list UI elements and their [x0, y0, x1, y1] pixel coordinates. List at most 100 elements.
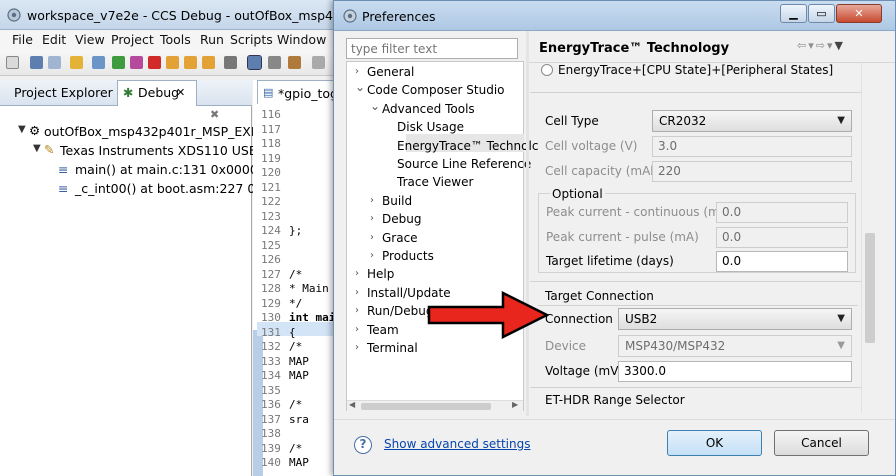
save-icon[interactable]	[30, 56, 43, 69]
cell-voltage-field[interactable]: 3.0	[652, 136, 852, 157]
nav-item[interactable]: Disk Usage	[397, 120, 464, 134]
remove-all-icon[interactable]: ✖	[210, 108, 219, 121]
debug-view-icon[interactable]	[92, 56, 105, 69]
folder-icon[interactable]	[70, 56, 83, 69]
nav-item[interactable]: Help	[367, 267, 394, 281]
chevron-right-icon[interactable]: ›	[355, 342, 359, 353]
code-line[interactable]: {	[289, 326, 296, 339]
device-select[interactable]: MSP430/MSP432 ▼	[618, 335, 852, 357]
nav-item[interactable]: Debug	[382, 212, 421, 226]
minimize-button[interactable]: ▁	[780, 4, 807, 23]
help-icon[interactable]: ?	[354, 436, 372, 454]
tab-debug[interactable]: Debug	[138, 85, 179, 100]
show-advanced-settings-link[interactable]: Show advanced settings	[384, 437, 531, 451]
scroll-right-icon[interactable]: ▶	[512, 400, 518, 409]
collapse-caret-icon[interactable]: ▼	[18, 124, 26, 135]
menu-tools[interactable]: Tools	[160, 32, 191, 47]
collapse-caret-icon[interactable]: ▼	[33, 143, 41, 154]
code-line[interactable]: /*	[289, 268, 302, 281]
step-into-icon[interactable]	[166, 56, 179, 69]
nav-item[interactable]: General	[367, 65, 414, 79]
nav-item[interactable]: Terminal	[367, 341, 418, 355]
chevron-right-icon[interactable]: ›	[355, 305, 359, 316]
terminate-icon[interactable]	[148, 56, 161, 69]
code-line[interactable]: /*	[289, 442, 302, 455]
cell-capacity-field[interactable]: 220	[652, 161, 852, 182]
forward-icon[interactable]: ⇨	[816, 39, 827, 52]
suspend-icon[interactable]	[130, 56, 143, 69]
step-over-icon[interactable]	[184, 56, 197, 69]
peak-pulse-field[interactable]: 0.0	[716, 227, 848, 248]
code-line[interactable]: int mai	[289, 311, 335, 324]
nav-item[interactable]: EnergyTrace™ Technolc	[397, 139, 538, 153]
menu-edit[interactable]: Edit	[42, 32, 66, 47]
resume-icon[interactable]	[112, 56, 125, 69]
menu-scripts[interactable]: Scripts	[230, 32, 273, 47]
new-icon[interactable]	[6, 56, 19, 69]
radio-button[interactable]	[541, 64, 553, 76]
nav-item[interactable]: Code Composer Studio	[367, 83, 505, 97]
voltage-field[interactable]: 3300.0	[618, 361, 852, 382]
back-icon[interactable]: ⇦	[797, 39, 808, 52]
chevron-right-icon[interactable]: ›	[355, 287, 359, 298]
cancel-button[interactable]: Cancel	[774, 430, 869, 456]
nav-item[interactable]: Build	[382, 194, 412, 208]
tab-project-explorer[interactable]: Project Explorer	[14, 85, 113, 100]
chevron-right-icon[interactable]: ›	[355, 324, 359, 335]
view-menu-icon[interactable]: ▼	[835, 39, 845, 52]
breakpoint-icon[interactable]	[312, 56, 325, 69]
nav-item[interactable]: Source Line Reference	[397, 157, 531, 171]
nav-item[interactable]: Team	[367, 323, 399, 337]
nav-item[interactable]: Grace	[382, 231, 418, 245]
line-number: 130	[261, 311, 281, 324]
pane-sash[interactable]	[526, 31, 529, 416]
chevron-right-icon[interactable]: ›	[370, 232, 374, 243]
menu-view[interactable]: View	[75, 32, 105, 47]
ok-button[interactable]: OK	[667, 430, 762, 456]
filter-input[interactable]	[346, 38, 518, 59]
chevron-right-icon[interactable]: ›	[355, 66, 359, 77]
grid-icon[interactable]	[224, 56, 237, 69]
code-line[interactable]: MAP	[289, 355, 309, 368]
chevron-down-icon[interactable]: ⌄	[355, 80, 365, 94]
scroll-left-icon[interactable]: ◀	[349, 400, 355, 409]
nav-item[interactable]: Advanced Tools	[382, 102, 475, 116]
menu-project[interactable]: Project	[111, 32, 154, 47]
code-line[interactable]: * Main	[289, 282, 329, 295]
save-all-icon[interactable]	[48, 56, 61, 69]
chevron-right-icon[interactable]: ›	[370, 195, 374, 206]
toggle-icon[interactable]	[247, 55, 262, 70]
nav-horizontal-scrollbar[interactable]: ◀ ▶	[347, 400, 523, 411]
chevron-right-icon[interactable]: ›	[370, 213, 374, 224]
code-line[interactable]: MAP	[289, 456, 309, 469]
close-icon[interactable]: ✕	[176, 86, 185, 99]
connection-select[interactable]: USB2 ▼	[618, 308, 852, 330]
close-button[interactable]: ✕	[836, 4, 882, 23]
step-return-icon[interactable]	[202, 56, 215, 69]
cell-type-select[interactable]: CR2032 ▼	[652, 110, 852, 132]
nav-scroll-thumb[interactable]	[361, 403, 491, 410]
memory-icon[interactable]	[268, 56, 281, 69]
content-vertical-scrollbar[interactable]	[861, 63, 878, 413]
chevron-right-icon[interactable]: ›	[355, 268, 359, 279]
code-line[interactable]: };	[289, 224, 302, 237]
code-line[interactable]: /*	[289, 340, 302, 353]
menu-file[interactable]: File	[12, 32, 33, 47]
code-line[interactable]: */	[289, 297, 302, 310]
maximize-button[interactable]: ▭	[808, 4, 835, 23]
content-scroll-thumb[interactable]	[865, 233, 875, 343]
code-line[interactable]: /*	[289, 398, 302, 411]
nav-item[interactable]: Products	[382, 249, 434, 263]
nav-item[interactable]: Trace Viewer	[397, 175, 473, 189]
menu-window[interactable]: Window	[277, 32, 326, 47]
menu-run[interactable]: Run	[200, 32, 224, 47]
chevron-right-icon[interactable]: ›	[370, 250, 374, 261]
nav-item[interactable]: Run/Debug	[367, 304, 434, 318]
code-line[interactable]: MAP	[289, 369, 309, 382]
target-lifetime-field[interactable]: 0.0	[716, 251, 848, 272]
peak-continuous-field[interactable]: 0.0	[716, 202, 848, 223]
tools-icon[interactable]	[288, 56, 301, 69]
editor-tab[interactable]: ▤ *gpio_togg	[257, 80, 346, 104]
code-line[interactable]: sra	[289, 413, 309, 426]
chevron-down-icon[interactable]: ⌄	[370, 99, 380, 113]
